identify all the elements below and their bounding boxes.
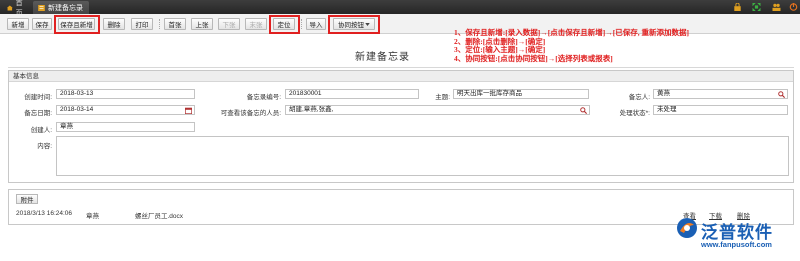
attachment-button[interactable]: 附件 <box>16 194 38 204</box>
memo-date-value: 2018-03-14 <box>60 106 94 113</box>
page-title: 新建备忘录 <box>355 52 410 63</box>
memo-date-label: 备忘日期: <box>24 110 52 117</box>
content-textarea[interactable] <box>56 136 789 176</box>
creator-label: 创建人: <box>30 127 52 134</box>
lock-icon[interactable] <box>733 3 742 11</box>
highlight-locate <box>269 15 300 34</box>
memo-no-field[interactable]: 201830001 <box>285 89 419 99</box>
attachment-uploader: 章燕 <box>86 213 99 220</box>
logo-url: www.fanpusoft.com <box>701 240 772 249</box>
subject-label: 主题: <box>435 94 450 101</box>
import-button[interactable]: 导入 <box>306 18 326 30</box>
status-value: 未处理 <box>657 106 677 113</box>
toolbar-divider <box>301 19 302 29</box>
content-label: 内容: <box>37 143 52 150</box>
viewers-value: 胡建,章燕,张鑫, <box>289 106 334 113</box>
status-select[interactable]: 未处理 <box>653 105 788 115</box>
home-icon <box>7 4 13 11</box>
user-group-icon[interactable] <box>772 3 781 11</box>
create-time-field[interactable]: 2018-03-13 <box>56 89 195 99</box>
calendar-icon[interactable] <box>185 107 192 114</box>
memo-no-value: 201830001 <box>289 90 322 97</box>
memo-person-label: 备忘人: <box>628 94 650 101</box>
delete-button[interactable]: 删除 <box>103 18 125 30</box>
subject-value: 明天出库一批库存商品 <box>457 90 522 97</box>
memo-no-label: 备忘录编号: <box>246 94 281 101</box>
memo-person-value: 黄燕 <box>657 90 670 97</box>
print-button[interactable]: 打印 <box>131 18 153 30</box>
first-record-button[interactable]: 首张 <box>164 18 186 30</box>
highlight-save-and-new <box>54 15 100 34</box>
attachment-filename: 螺丝厂员工.docx <box>135 213 184 220</box>
highlight-collab <box>328 15 380 34</box>
prev-record-button[interactable]: 上张 <box>191 18 213 30</box>
toolbar-divider <box>159 19 160 29</box>
viewers-field[interactable]: 胡建,章燕,张鑫, <box>285 105 590 115</box>
power-icon[interactable] <box>789 3 798 11</box>
tab-home[interactable]: 首页 <box>2 0 32 17</box>
tab-new-memo[interactable]: 新建备忘录 <box>33 1 89 14</box>
create-time-value: 2018-03-13 <box>60 90 94 97</box>
top-tab-bar: 首页 新建备忘录 <box>0 0 800 17</box>
last-record-button[interactable]: 末张 <box>245 18 267 30</box>
memo-person-field[interactable]: 黄燕 <box>653 89 788 99</box>
viewers-label: 可查看该备忘的人员: <box>220 110 281 117</box>
instruction-notes: 1、保存且新增:[录入数据]→[点击保存且新增]→[已保存, 重新添加数据] 2… <box>454 28 689 63</box>
status-label: 处理状态*: <box>619 110 650 117</box>
search-icon[interactable] <box>580 107 587 114</box>
save-button[interactable]: 保存 <box>32 18 52 30</box>
creator-field[interactable]: 章燕 <box>56 122 195 132</box>
memo-date-field[interactable]: 2018-03-14 <box>56 105 195 115</box>
subject-field[interactable]: 明天出库一批库存商品 <box>453 89 589 99</box>
creator-value: 章燕 <box>60 123 73 130</box>
fullscreen-icon[interactable] <box>752 3 761 11</box>
new-button[interactable]: 新增 <box>7 18 29 30</box>
next-record-button[interactable]: 下张 <box>218 18 240 30</box>
fanpu-logo-icon <box>677 218 697 238</box>
create-time-label: 创建时间: <box>24 94 52 101</box>
memo-tab-icon <box>38 4 45 11</box>
attachment-time: 2018/3/13 16:24:06 <box>16 210 73 217</box>
tab-new-memo-label: 新建备忘录 <box>48 4 83 12</box>
title-divider <box>8 67 794 68</box>
instruction-note: 4、协同按钮:[点击协同按钮]→[选择列表或报表] <box>454 53 613 63</box>
basic-info-header: 基本信息 <box>9 71 793 82</box>
search-icon[interactable] <box>778 91 785 98</box>
